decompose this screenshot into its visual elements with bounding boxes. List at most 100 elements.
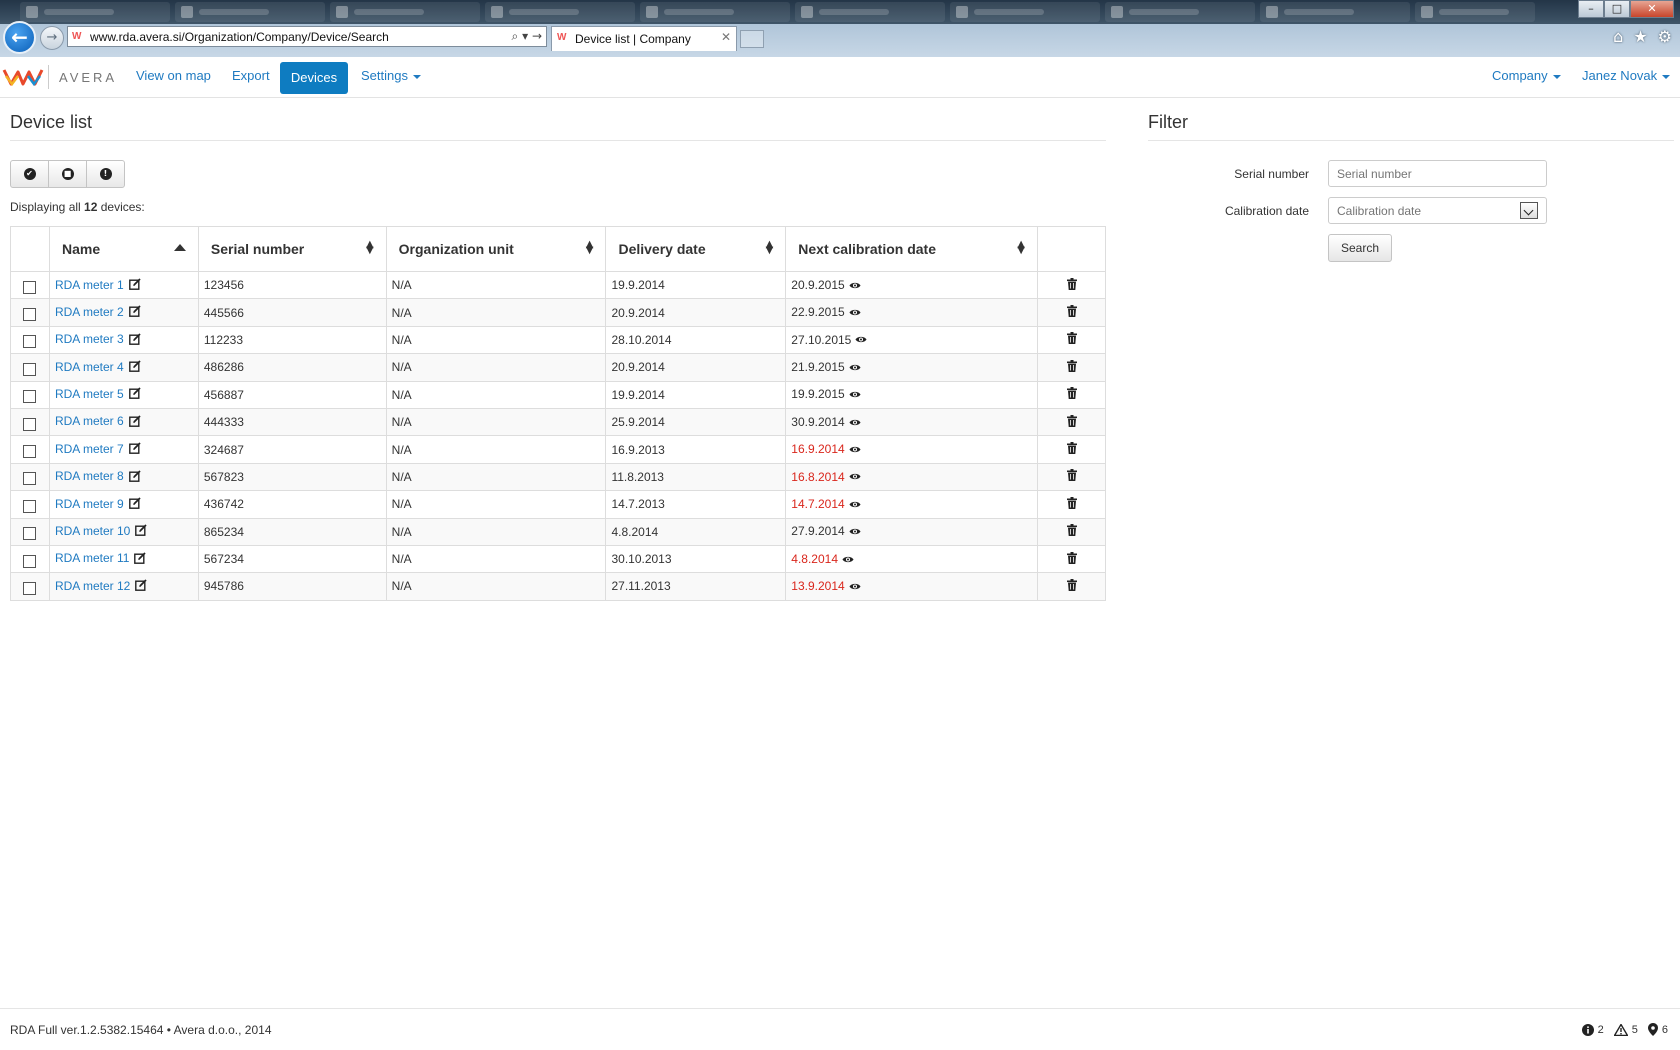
column-header-serial[interactable]: Serial number ▲ ▼: [197, 226, 387, 272]
edit-icon[interactable]: [128, 497, 141, 512]
table-row[interactable]: RDA meter 11 567234 N/A 30.10.2013 4.8.2014: [10, 544, 1106, 574]
eye-icon[interactable]: [849, 498, 861, 512]
row-checkbox[interactable]: [23, 554, 37, 568]
sort-icon[interactable]: ▲ ▼: [766, 240, 774, 256]
address-bar[interactable]: W www.rda.avera.si/Organization/Company/…: [67, 26, 547, 47]
table-row[interactable]: RDA meter 8 567823 N/A 11.8.2013 16.8.2014: [10, 462, 1106, 492]
calibration-date-input[interactable]: [1328, 197, 1547, 224]
avera-logo[interactable]: AVERA: [2, 65, 117, 89]
device-name-link[interactable]: RDA meter 7: [55, 442, 124, 456]
device-name-link[interactable]: RDA meter 1: [55, 278, 124, 292]
edit-icon[interactable]: [128, 305, 141, 320]
device-name-link[interactable]: RDA meter 10: [55, 524, 130, 538]
table-row[interactable]: RDA meter 2 445566 N/A 20.9.2014 22.9.2015: [10, 298, 1106, 327]
trash-icon[interactable]: [1066, 414, 1077, 430]
nav-company-dropdown[interactable]: Company: [1492, 68, 1561, 83]
device-name-link[interactable]: RDA meter 3: [55, 332, 124, 346]
edit-icon[interactable]: [128, 387, 141, 402]
device-name-link[interactable]: RDA meter 6: [55, 414, 124, 428]
forward-button[interactable]: →: [40, 26, 64, 50]
eye-icon[interactable]: [849, 580, 861, 594]
nav-devices[interactable]: Devices: [280, 62, 348, 94]
row-checkbox[interactable]: [23, 390, 37, 404]
sort-ascending-icon[interactable]: [173, 244, 186, 251]
eye-icon[interactable]: [849, 388, 861, 402]
eye-icon[interactable]: [842, 553, 854, 567]
taskbar-item[interactable]: [20, 2, 170, 22]
device-name-link[interactable]: RDA meter 11: [55, 551, 129, 565]
info-count-item[interactable]: 2: [1581, 1023, 1604, 1036]
close-button[interactable]: ✕: [1630, 0, 1674, 18]
taskbar-item[interactable]: [1260, 2, 1410, 22]
row-checkbox[interactable]: [23, 581, 37, 595]
eye-icon[interactable]: [855, 333, 867, 347]
device-name-link[interactable]: RDA meter 12: [55, 579, 130, 593]
serial-number-input[interactable]: [1328, 160, 1547, 187]
eye-icon[interactable]: [849, 279, 861, 293]
eye-icon[interactable]: [849, 443, 861, 457]
table-row[interactable]: RDA meter 5 456887 N/A 19.9.2014 19.9.2015: [10, 380, 1106, 409]
edit-icon[interactable]: [128, 333, 141, 348]
edit-icon[interactable]: [128, 469, 141, 485]
taskbar-item[interactable]: [795, 2, 945, 22]
sort-icon[interactable]: ▲ ▼: [1017, 240, 1025, 256]
device-name-link[interactable]: RDA meter 2: [55, 305, 124, 319]
edit-icon[interactable]: [135, 579, 147, 594]
table-row[interactable]: RDA meter 4 486286 N/A 20.9.2014 21.9.2015: [10, 353, 1106, 382]
tab-close-icon[interactable]: ✕: [721, 30, 731, 44]
column-header-calibration[interactable]: Next calibration date ▲ ▼: [785, 226, 1038, 272]
device-name-link[interactable]: RDA meter 9: [55, 497, 124, 511]
row-checkbox[interactable]: [23, 335, 37, 349]
taskbar-item[interactable]: [640, 2, 790, 22]
taskbar-item[interactable]: [1415, 2, 1535, 22]
row-checkbox[interactable]: [23, 308, 37, 322]
table-row[interactable]: RDA meter 1 123456 N/A 19.9.2014 20.9.2015: [10, 270, 1106, 300]
browser-tab-active[interactable]: W Device list | Company ✕: [551, 26, 737, 51]
column-header-name[interactable]: Name: [48, 226, 199, 272]
column-header-org-unit[interactable]: Organization unit ▲ ▼: [385, 226, 607, 272]
sort-icon[interactable]: ▲ ▼: [366, 240, 374, 256]
edit-icon[interactable]: [135, 524, 147, 539]
trash-icon[interactable]: [1066, 496, 1077, 512]
row-checkbox[interactable]: [23, 445, 37, 459]
edit-icon[interactable]: [128, 442, 141, 457]
device-name-link[interactable]: RDA meter 8: [55, 469, 124, 483]
minimize-button[interactable]: –: [1578, 0, 1604, 18]
chevron-down-icon[interactable]: ▾: [522, 29, 528, 43]
table-row[interactable]: RDA meter 7 324687 N/A 16.9.2013 16.9.2014: [10, 435, 1106, 464]
new-tab-button[interactable]: [740, 30, 764, 48]
taskbar-item[interactable]: [950, 2, 1100, 22]
row-checkbox[interactable]: [23, 472, 37, 486]
device-name-link[interactable]: RDA meter 4: [55, 360, 124, 374]
trash-icon[interactable]: [1066, 442, 1077, 457]
row-checkbox[interactable]: [23, 527, 37, 541]
row-checkbox[interactable]: [23, 280, 37, 294]
table-row[interactable]: RDA meter 9 436742 N/A 14.7.2013 14.7.2014: [10, 490, 1106, 519]
edit-icon[interactable]: [128, 415, 141, 430]
trash-icon[interactable]: [1066, 578, 1077, 594]
eye-icon[interactable]: [849, 525, 861, 539]
address-url[interactable]: www.rda.avera.si/Organization/Company/De…: [90, 30, 389, 44]
filter-alert-button[interactable]: !: [86, 160, 125, 188]
back-button[interactable]: ←: [3, 21, 36, 54]
eye-icon[interactable]: [849, 361, 861, 375]
address-actions[interactable]: ⌕ ▾ →: [512, 29, 542, 44]
edit-icon[interactable]: [128, 278, 141, 293]
table-row[interactable]: RDA meter 6 444333 N/A 25.9.2014 30.9.2014: [10, 407, 1106, 437]
trash-icon[interactable]: [1066, 469, 1077, 484]
trash-icon[interactable]: [1066, 305, 1077, 320]
maximize-button[interactable]: □: [1604, 0, 1630, 18]
table-row[interactable]: RDA meter 3 112233 N/A 28.10.2014 27.10.2015: [10, 325, 1106, 355]
eye-icon[interactable]: [849, 470, 861, 484]
sort-icon[interactable]: ▲ ▼: [586, 240, 594, 256]
trash-icon[interactable]: [1066, 332, 1077, 347]
calibration-date-dropdown-icon[interactable]: [1520, 202, 1538, 219]
filter-ok-button[interactable]: ✔: [10, 160, 49, 188]
taskbar-item[interactable]: [1105, 2, 1255, 22]
row-checkbox[interactable]: [23, 362, 37, 376]
table-row[interactable]: RDA meter 10 865234 N/A 4.8.2014 27.9.2014: [10, 517, 1106, 546]
search-icon[interactable]: ⌕: [512, 29, 519, 43]
location-count-item[interactable]: 6: [1647, 1023, 1668, 1036]
warning-count-item[interactable]: 5: [1613, 1023, 1638, 1036]
edit-icon[interactable]: [128, 360, 141, 375]
